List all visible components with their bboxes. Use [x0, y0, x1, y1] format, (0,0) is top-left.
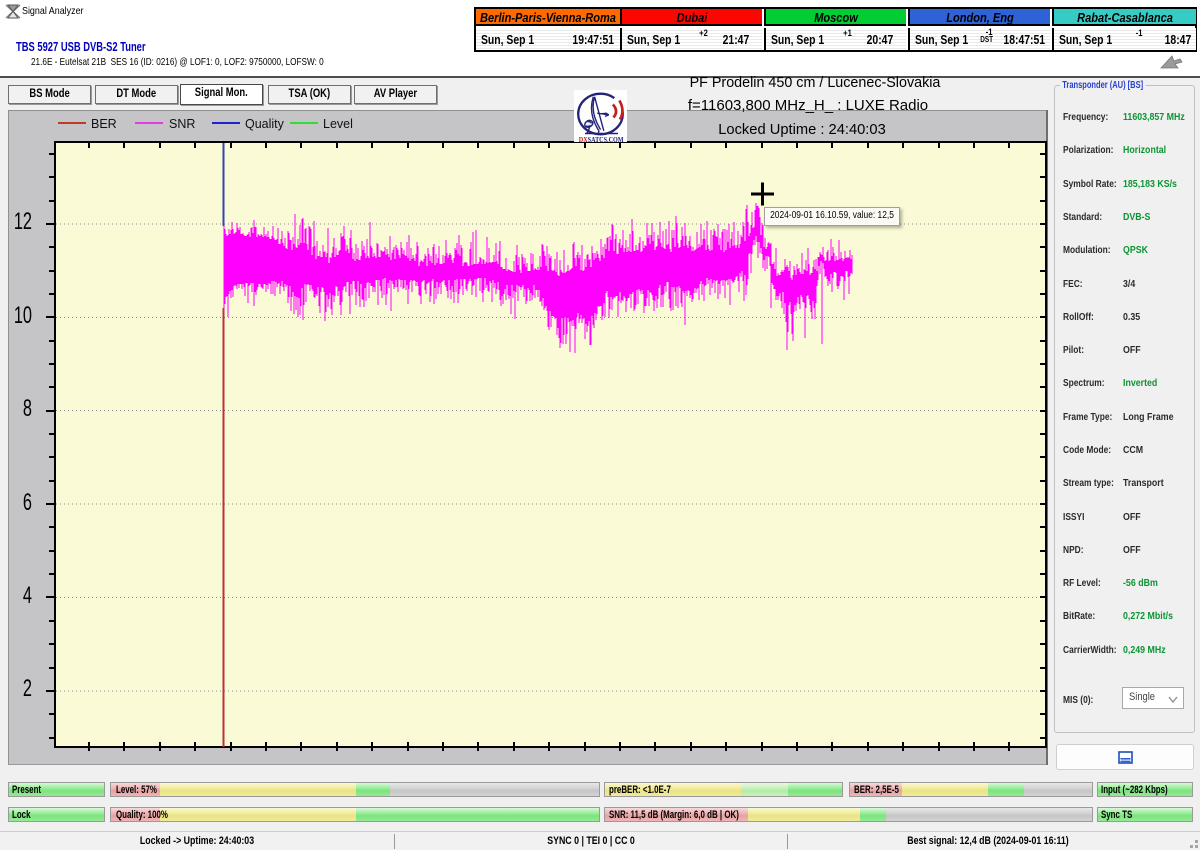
svg-text:BER: BER: [91, 117, 117, 131]
svg-text:Level: Level: [323, 117, 353, 131]
svg-text:Quality: Quality: [245, 117, 285, 131]
svg-text:SNR: SNR: [169, 117, 195, 131]
